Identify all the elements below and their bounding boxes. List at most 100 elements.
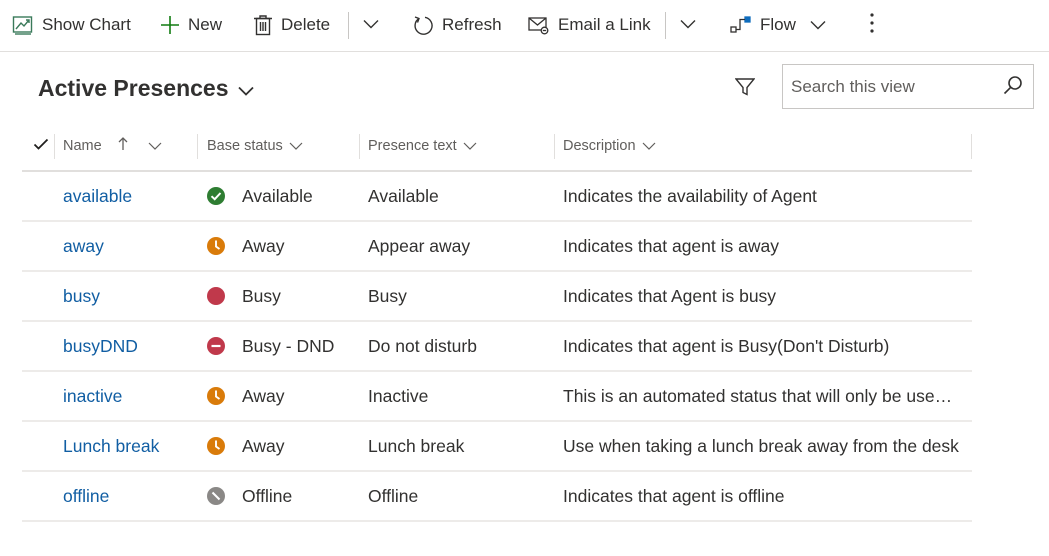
do-not-disturb-icon	[207, 337, 225, 355]
away-clock-icon	[207, 237, 225, 255]
record-name-link[interactable]: busy	[63, 272, 100, 320]
show-chart-button[interactable]: Show Chart	[12, 0, 131, 50]
base-status-label: Away	[242, 435, 285, 456]
chevron-down-icon	[457, 138, 477, 154]
offline-icon	[207, 487, 225, 505]
record-name-link[interactable]: offline	[63, 472, 109, 520]
presence-text-cell: Available	[368, 185, 439, 206]
chevron-down-icon	[636, 138, 656, 154]
chevron-down-icon	[363, 16, 379, 34]
filter-button[interactable]	[730, 74, 760, 104]
table-row[interactable]: busy Busy Busy Indicates that Agent is b…	[22, 272, 972, 322]
more-email-options-button[interactable]	[673, 0, 703, 50]
base-status-cell: Away	[206, 422, 284, 470]
new-button[interactable]: New	[160, 0, 222, 50]
record-name-link[interactable]: busyDND	[63, 322, 138, 370]
away-clock-icon	[207, 387, 225, 405]
view-selector[interactable]: Active Presences	[38, 72, 254, 104]
command-bar: Show Chart New Delete Refresh Email a Li…	[0, 0, 1049, 52]
flow-icon	[730, 15, 752, 35]
toolbar-divider	[665, 12, 666, 39]
chart-icon	[12, 14, 34, 36]
base-status-cell: Busy - DND	[206, 322, 334, 370]
page-title: Active Presences	[38, 74, 229, 101]
email-link-icon	[528, 15, 550, 35]
base-status-cell: Away	[206, 222, 284, 270]
table-row[interactable]: busyDND Busy - DND Do not disturb Indica…	[22, 322, 972, 372]
refresh-button[interactable]: Refresh	[412, 0, 502, 50]
sort-ascending-icon	[112, 137, 128, 155]
base-status-cell: Offline	[206, 472, 292, 520]
table-row[interactable]: available Available Available Indicates …	[22, 172, 972, 222]
presence-text-cell: Busy	[368, 285, 407, 306]
column-divider	[197, 134, 198, 159]
more-delete-options-button[interactable]	[356, 0, 386, 50]
delete-label: Delete	[281, 15, 331, 34]
away-clock-icon	[207, 437, 225, 455]
column-divider	[971, 134, 972, 159]
checkmark-icon	[33, 138, 49, 156]
search-input[interactable]	[783, 65, 993, 108]
presence-text-cell: Inactive	[368, 385, 429, 406]
chevron-down-icon	[142, 138, 162, 154]
presence-text-cell: Offline	[368, 485, 419, 506]
record-name-link[interactable]: away	[63, 222, 104, 270]
base-status-cell: Available	[206, 172, 313, 220]
delete-button[interactable]: Delete	[253, 0, 330, 50]
column-label: Description	[563, 138, 636, 154]
plus-icon	[160, 15, 180, 35]
table-row[interactable]: Lunch break Away Lunch break Use when ta…	[22, 422, 972, 472]
email-link-button[interactable]: Email a Link	[528, 0, 651, 50]
busy-icon	[207, 287, 225, 305]
more-commands-button[interactable]	[857, 0, 887, 50]
available-icon	[207, 187, 225, 205]
column-header-description[interactable]: Description	[563, 122, 656, 170]
more-vertical-icon	[869, 12, 875, 39]
column-header-presence-text[interactable]: Presence text	[368, 122, 477, 170]
description-cell: Indicates that agent is offline	[563, 486, 785, 506]
column-header-base-status[interactable]: Base status	[207, 122, 303, 170]
chevron-down-icon	[283, 138, 303, 154]
flow-label: Flow	[760, 15, 796, 34]
search-box	[782, 64, 1034, 109]
column-divider	[359, 134, 360, 159]
base-status-label: Busy - DND	[242, 335, 335, 356]
toolbar-divider	[348, 12, 349, 39]
show-chart-label: Show Chart	[42, 15, 131, 34]
select-all-checkbox[interactable]	[30, 136, 52, 158]
column-divider	[554, 134, 555, 159]
search-button[interactable]	[1001, 75, 1025, 99]
base-status-cell: Busy	[206, 272, 281, 320]
record-name-link[interactable]: Lunch break	[63, 422, 159, 470]
refresh-icon	[412, 14, 434, 36]
presence-text-cell: Lunch break	[368, 435, 465, 456]
description-cell: Use when taking a lunch break away from …	[563, 436, 959, 456]
base-status-label: Away	[242, 385, 285, 406]
column-header-name[interactable]: Name	[63, 122, 162, 170]
base-status-label: Busy	[242, 285, 281, 306]
base-status-cell: Away	[206, 372, 284, 420]
grid-header: Name Base status Presence text Descripti…	[22, 122, 972, 172]
base-status-label: Available	[242, 185, 313, 206]
data-grid: Name Base status Presence text Descripti…	[22, 122, 972, 522]
description-cell: Indicates that agent is away	[563, 236, 779, 256]
description-cell: Indicates that agent is Busy(Don't Distu…	[563, 336, 890, 356]
record-name-link[interactable]: inactive	[63, 372, 122, 420]
table-row[interactable]: offline Offline Offline Indicates that a…	[22, 472, 972, 522]
email-link-label: Email a Link	[558, 15, 651, 34]
flow-button[interactable]: Flow	[730, 0, 826, 50]
column-label: Name	[63, 138, 102, 154]
trash-icon	[253, 14, 273, 36]
chevron-down-icon	[680, 16, 696, 34]
table-row[interactable]: away Away Appear away Indicates that age…	[22, 222, 972, 272]
record-name-link[interactable]: available	[63, 172, 132, 220]
chevron-down-icon	[229, 75, 254, 102]
search-icon	[1003, 75, 1023, 100]
filter-icon	[734, 77, 756, 101]
chevron-down-icon	[810, 20, 826, 30]
presence-text-cell: Appear away	[368, 235, 471, 256]
column-label: Presence text	[368, 138, 457, 154]
table-row[interactable]: inactive Away Inactive This is an automa…	[22, 372, 972, 422]
base-status-label: Away	[242, 235, 285, 256]
description-cell: Indicates the availability of Agent	[563, 186, 817, 206]
